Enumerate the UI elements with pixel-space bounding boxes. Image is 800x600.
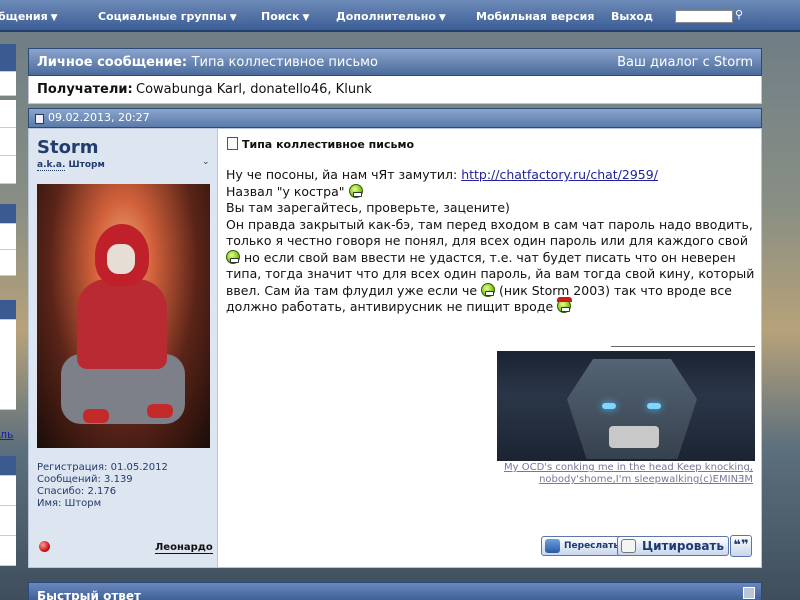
message-line3: Вы там зарегайтесь, проверьте, зацените) bbox=[226, 200, 510, 215]
nav-search[interactable]: Поиск ▼ bbox=[261, 10, 309, 23]
left-sidebar: ль bbox=[0, 44, 16, 600]
quick-reply-header: Быстрый ответ bbox=[28, 582, 762, 600]
search-input[interactable] bbox=[675, 10, 733, 23]
top-navbar: бщения ▼ Социальные группы ▼ Поиск ▼ Дополн… bbox=[0, 0, 800, 32]
status-icon bbox=[39, 541, 50, 552]
post: Storm a.k.a. Шторм ⌄ Регистрация: 01.05.… bbox=[28, 128, 762, 568]
user-info-posts: Сообщений: 3.139 bbox=[37, 474, 133, 485]
quick-reply-title: Быстрый ответ bbox=[37, 589, 141, 600]
chevron-down-icon: ▼ bbox=[229, 13, 237, 23]
nav-more-label: Дополнительно bbox=[336, 10, 436, 23]
user-info-name: Имя: Шторм bbox=[37, 498, 102, 509]
user-info-thanks: Спасибо: 2.176 bbox=[37, 486, 117, 497]
user-panel: Storm a.k.a. Шторм ⌄ Регистрация: 01.05.… bbox=[29, 129, 218, 567]
message-panel: Типа коллестивное письмо Ну че посоны, й… bbox=[219, 129, 761, 567]
sidebar-item[interactable] bbox=[0, 100, 16, 128]
chevron-down-icon: ▼ bbox=[302, 13, 310, 23]
post-date: 09.02.2013, 20:27 bbox=[48, 111, 150, 124]
pm-title: Личное сообщение: Типа коллестивное пись… bbox=[37, 55, 378, 70]
sidebar-item[interactable] bbox=[0, 72, 16, 96]
forward-button[interactable]: Переслать bbox=[541, 536, 625, 556]
aka-label: a.k.a. bbox=[37, 160, 66, 171]
user-alias: Шторм bbox=[68, 160, 105, 170]
grin-smiley-icon bbox=[348, 183, 363, 198]
collapse-icon[interactable] bbox=[743, 587, 755, 599]
nav-search-label: Поиск bbox=[261, 10, 300, 23]
recipients-label: Получатели: bbox=[37, 82, 133, 97]
username[interactable]: Storm bbox=[37, 137, 99, 158]
sidebar-item[interactable] bbox=[0, 536, 16, 566]
user-info-registration: Регистрация: 01.05.2012 bbox=[37, 462, 168, 473]
avatar-shoe bbox=[147, 404, 173, 418]
grin-smiley-icon bbox=[226, 249, 240, 264]
avatar-face bbox=[107, 244, 135, 274]
sidebar-item[interactable] bbox=[0, 506, 16, 536]
sidebar-item[interactable] bbox=[0, 320, 16, 410]
sidebar-item[interactable] bbox=[0, 156, 16, 184]
nav-mobile-version[interactable]: Мобильная версия bbox=[476, 10, 594, 23]
quote-icon bbox=[621, 539, 636, 553]
sidebar-item[interactable] bbox=[0, 224, 16, 250]
pm-header: Личное сообщение: Типа коллестивное пись… bbox=[28, 48, 762, 76]
chevron-down-icon: ▼ bbox=[50, 13, 58, 23]
pm-title-label: Личное сообщение bbox=[37, 55, 182, 70]
message-title-text: Типа коллестивное письмо bbox=[242, 138, 415, 151]
message-line2: Назвал "у костра" bbox=[226, 183, 349, 199]
recipients-row: Получатели: Cowabunga Karl, donatello46,… bbox=[28, 76, 762, 104]
quote-button-label: Цитировать bbox=[642, 539, 724, 553]
quote-button[interactable]: Цитировать bbox=[617, 536, 729, 556]
avatar-body bbox=[77, 279, 167, 369]
nav-logout-label: Выход bbox=[611, 10, 653, 23]
sidebar-header bbox=[0, 204, 16, 224]
nav-messages-label: бщения bbox=[0, 10, 48, 23]
chat-link[interactable]: http://chatfactory.ru/chat/2959/ bbox=[461, 167, 658, 182]
post-icon bbox=[35, 114, 44, 124]
pm-subject: Типа коллестивное письмо bbox=[191, 55, 378, 70]
sidebar-item[interactable] bbox=[0, 476, 16, 506]
recipients-label-text: Получатели bbox=[37, 82, 128, 97]
robot-eye bbox=[602, 403, 616, 409]
nav-logout[interactable]: Выход bbox=[611, 10, 653, 23]
sidebar-item[interactable] bbox=[0, 128, 16, 156]
sidebar-link[interactable]: ль bbox=[0, 428, 14, 441]
sidebar-header bbox=[0, 300, 16, 320]
chevron-down-icon: ▼ bbox=[438, 13, 446, 23]
forward-icon bbox=[545, 539, 560, 553]
nav-messages[interactable]: бщения ▼ bbox=[0, 10, 58, 23]
avatar-shoe bbox=[83, 409, 109, 423]
message-line4: Он правда закрытый как-бэ, там перед вхо… bbox=[226, 216, 753, 249]
search-icon[interactable]: ⚲ bbox=[735, 9, 747, 21]
recipients-value: Cowabunga Karl, donatello46, Klunk bbox=[136, 82, 372, 97]
dialog-link[interactable]: Ваш диалог с Storm bbox=[617, 55, 753, 70]
sidebar-header bbox=[0, 456, 16, 476]
nav-mobile-version-label: Мобильная версия bbox=[476, 10, 595, 23]
signature-caption[interactable]: My OCD's conking me in the head Keep kno… bbox=[453, 462, 753, 486]
bandana-smiley-icon bbox=[557, 297, 573, 313]
recipients-label-separator: : bbox=[127, 82, 133, 97]
avatar[interactable] bbox=[37, 184, 210, 448]
user-info: Регистрация: 01.05.2012 Сообщений: 3.139… bbox=[37, 462, 168, 510]
robot-eye bbox=[647, 403, 661, 409]
grin-smiley-icon bbox=[481, 282, 496, 297]
sidebar-item[interactable] bbox=[0, 250, 16, 276]
message-title: Типа коллестивное письмо bbox=[227, 137, 414, 151]
user-title: a.k.a. Шторм bbox=[37, 160, 105, 171]
reputation-link[interactable]: Леонардо bbox=[155, 542, 213, 554]
multi-quote-button[interactable]: ❝❞ bbox=[730, 535, 752, 557]
message-line1: Ну че посоны, йа нам чЯт замутил: bbox=[226, 167, 462, 182]
signature-divider bbox=[611, 346, 755, 347]
post-date-bar: 09.02.2013, 20:27 bbox=[28, 108, 762, 128]
chevron-down-icon[interactable]: ⌄ bbox=[202, 157, 210, 167]
pm-title-separator: : bbox=[181, 55, 192, 70]
robot-mouth bbox=[609, 426, 659, 448]
multi-quote-icon: ❝❞ bbox=[733, 538, 749, 553]
sidebar-header bbox=[0, 44, 16, 72]
nav-social-groups-label: Социальные группы bbox=[98, 10, 227, 23]
forward-button-label: Переслать bbox=[564, 541, 620, 551]
nav-social-groups[interactable]: Социальные группы ▼ bbox=[98, 10, 237, 23]
nav-more[interactable]: Дополнительно ▼ bbox=[336, 10, 446, 23]
message-body: Ну че посоны, йа нам чЯт замутил: http:/… bbox=[226, 167, 756, 316]
document-icon bbox=[227, 137, 238, 150]
signature-image bbox=[497, 351, 755, 461]
